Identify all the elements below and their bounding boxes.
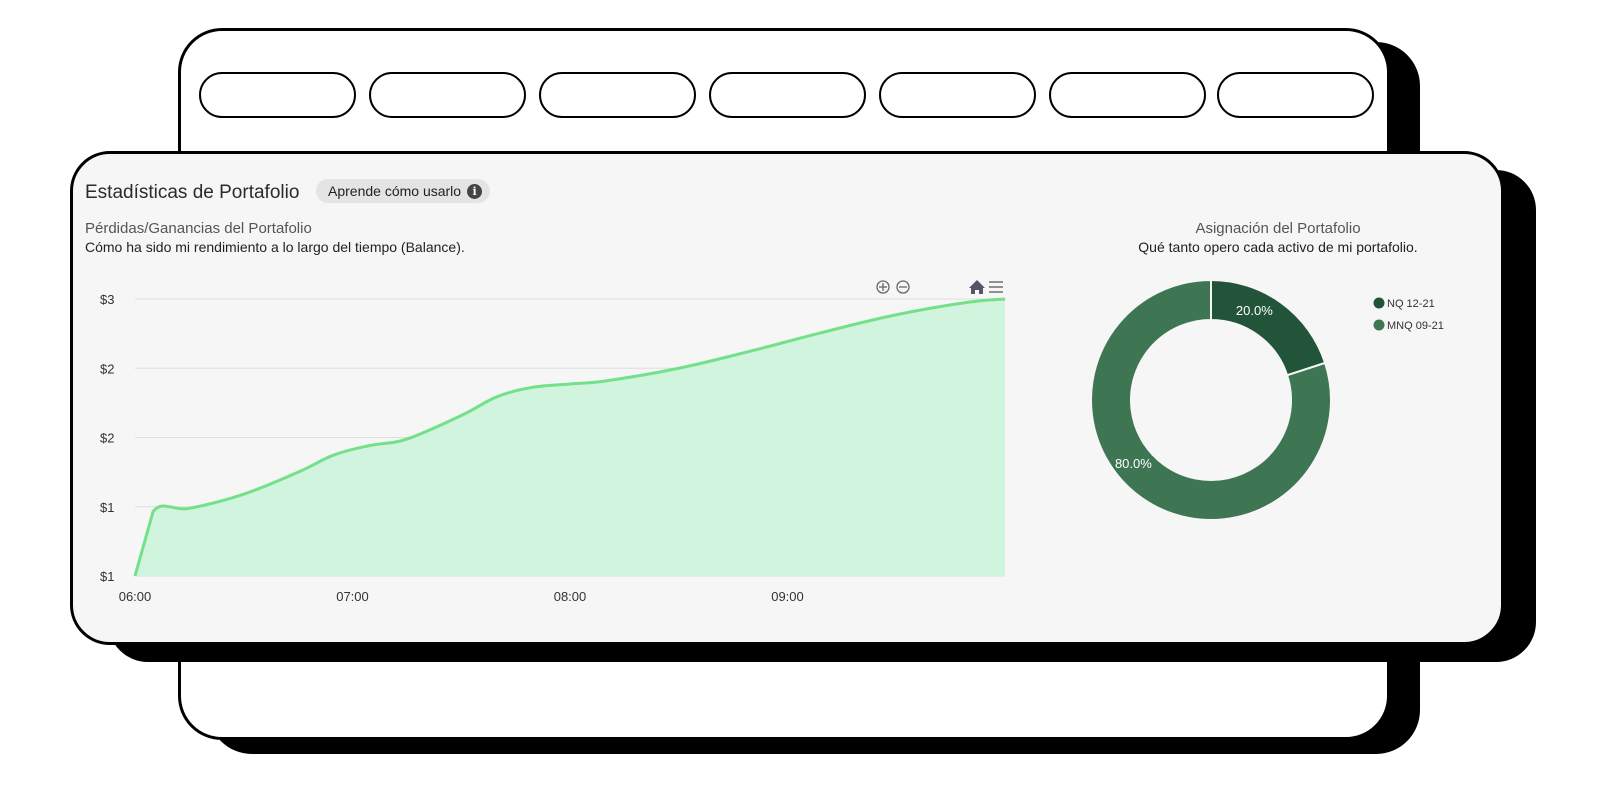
tab-pill-5[interactable] bbox=[879, 72, 1036, 118]
tab-pill-2[interactable] bbox=[369, 72, 526, 118]
donut-slice[interactable] bbox=[1210, 278, 1327, 377]
menu-icon[interactable] bbox=[989, 281, 1003, 293]
zoom-in-icon[interactable] bbox=[876, 280, 890, 294]
tab-pill-4[interactable] bbox=[709, 72, 866, 118]
y-tick-label: $2 bbox=[100, 361, 114, 376]
tab-pill-3[interactable] bbox=[539, 72, 696, 118]
charts-canvas: $3$2$2$1$1 06:00 07:00 08:00 09:00 20.0%… bbox=[100, 278, 1444, 604]
allocation-donut-chart bbox=[1090, 278, 1332, 521]
y-tick-label: $2 bbox=[100, 431, 114, 446]
tab-pill-6[interactable] bbox=[1049, 72, 1206, 118]
chart-toolbar bbox=[876, 280, 1003, 294]
x-tick-label: 09:00 bbox=[771, 589, 804, 604]
y-tick-label: $3 bbox=[100, 292, 114, 307]
pl-area-chart: $3 $2 $2 $1 $1 06:00 07:00 08:00 09:00 bbox=[100, 292, 1006, 604]
x-tick-label: 08:00 bbox=[554, 589, 587, 604]
donut-data-label: 80.0% bbox=[1115, 456, 1152, 471]
legend-label[interactable]: NQ 12-21 bbox=[1387, 298, 1435, 310]
legend-marker bbox=[1373, 319, 1385, 331]
zoom-out-icon[interactable] bbox=[896, 280, 910, 294]
portfolio-stats-panel: Estadísticas de Portafolio Aprende cómo … bbox=[70, 151, 1504, 645]
y-tick-label: $1 bbox=[100, 569, 114, 584]
legend-label[interactable]: MNQ 09-21 bbox=[1387, 320, 1444, 332]
donut-data-label: 20.0% bbox=[1236, 303, 1273, 318]
y-tick-label: $1 bbox=[100, 500, 114, 515]
legend-marker bbox=[1373, 297, 1385, 309]
tab-pill-7[interactable] bbox=[1217, 72, 1374, 118]
allocation-legend: NQ 12-21 MNQ 09-21 bbox=[1373, 297, 1444, 332]
home-icon[interactable] bbox=[969, 280, 985, 294]
tab-pill-1[interactable] bbox=[199, 72, 356, 118]
x-tick-label: 06:00 bbox=[119, 589, 152, 604]
x-tick-label: 07:00 bbox=[336, 589, 369, 604]
